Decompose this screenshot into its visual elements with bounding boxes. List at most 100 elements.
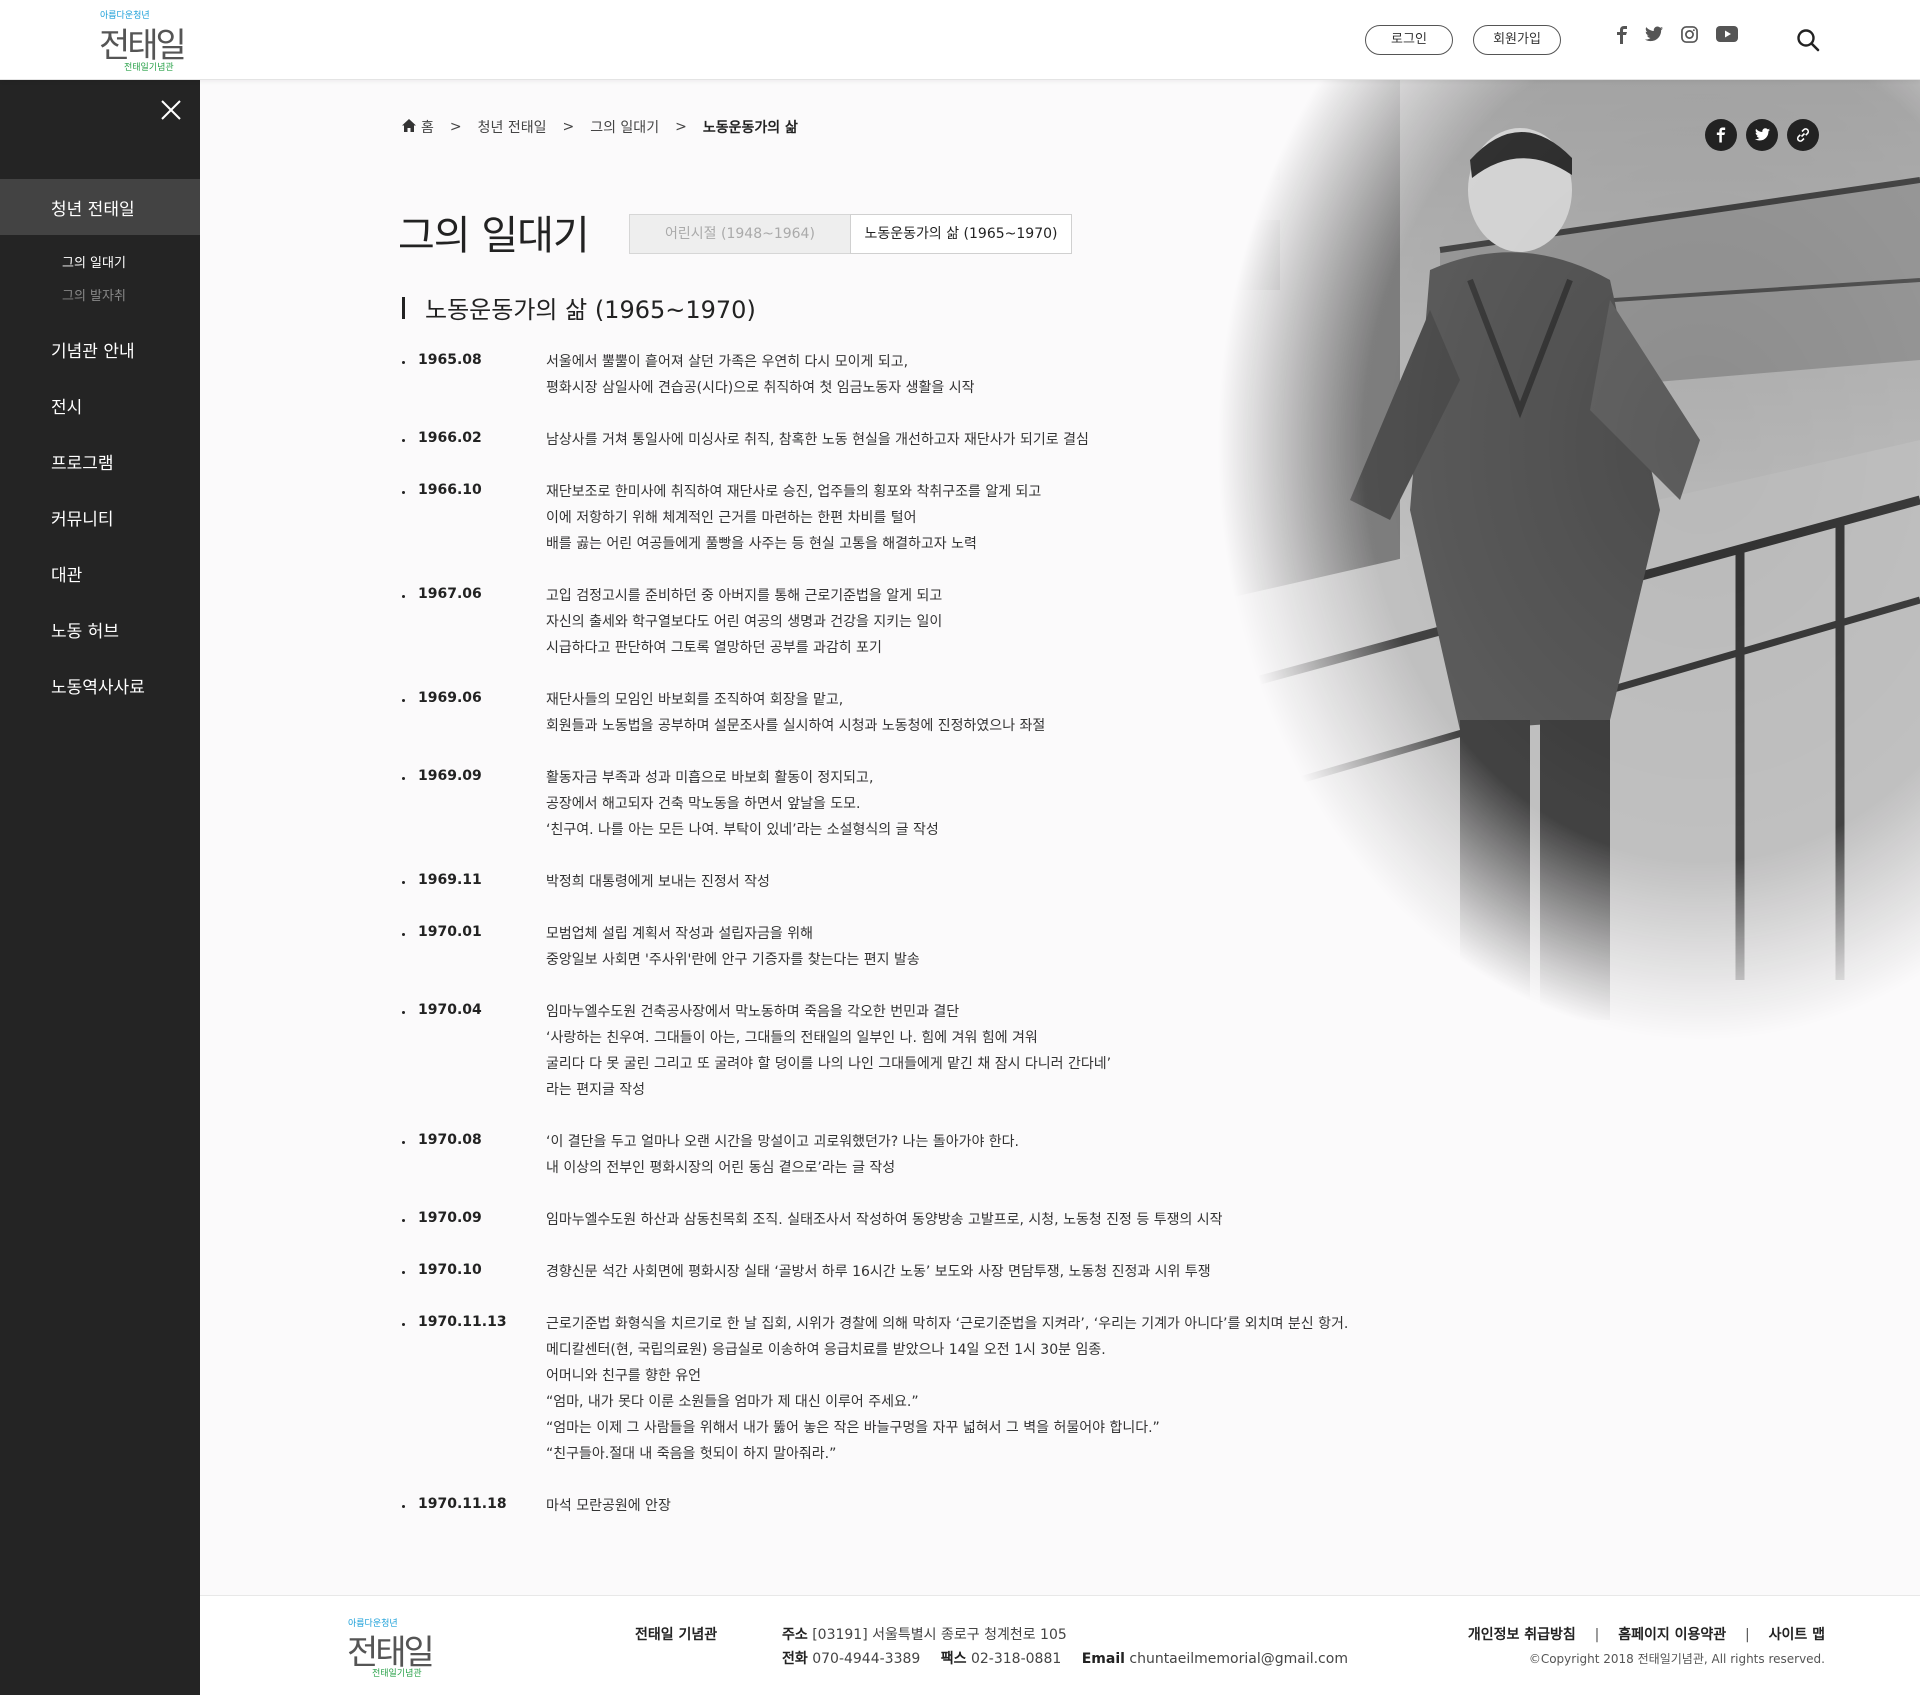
timeline-description: 고입 검정고시를 준비하던 중 아버지를 통해 근로기준법을 알게 되고자신의 …	[546, 586, 942, 664]
breadcrumb-separator: >	[562, 119, 575, 135]
sidebar-menu: 청년 전태일 그의 일대기 그의 발자취 기념관 안내 전시 프로그램 커뮤니티…	[0, 80, 200, 1695]
timeline-description-line: 라는 편지글 작성	[546, 1082, 646, 1098]
sidebar-item-rental[interactable]: 대관	[51, 561, 82, 586]
footer-link-privacy[interactable]: 개인정보 취급방침	[1468, 1627, 1576, 1643]
timeline-description-line: 근로기준법 화형식을 치르기로 한 날 집회, 시위가 경찰에 의해 막히자 ‘…	[546, 1316, 1349, 1332]
sidebar-item-chungnyeon-jeontaeil[interactable]: 청년 전태일	[51, 195, 135, 220]
timeline-description-line: 어머니와 친구를 향한 유언	[546, 1368, 702, 1384]
page-title: 그의 일대기	[398, 213, 590, 259]
timeline-bullet	[402, 1141, 405, 1144]
share-facebook-icon[interactable]	[1705, 119, 1737, 151]
timeline-bullet	[402, 933, 405, 936]
timeline-description: 남상사를 거쳐 통일사에 미싱사로 취직, 참혹한 노동 현실을 개선하고자 재…	[546, 430, 1089, 456]
sidebar-item-labor-hub[interactable]: 노동 허브	[51, 617, 119, 642]
search-icon[interactable]	[1796, 28, 1820, 52]
timeline-description-line: 공장에서 해고되자 건축 막노동을 하면서 앞날을 도모.	[546, 796, 861, 812]
share-link-icon[interactable]	[1787, 119, 1819, 151]
timeline-bullet	[402, 1505, 405, 1508]
timeline-date: 1970.04	[418, 1002, 482, 1018]
timeline-date: 1969.11	[418, 872, 482, 888]
timeline-date: 1967.06	[418, 586, 482, 602]
home-icon[interactable]	[402, 118, 416, 136]
sidebar-item-program[interactable]: 프로그램	[51, 449, 114, 474]
facebook-icon[interactable]	[1616, 26, 1628, 48]
footer-address-value: [03191] 서울특별시 종로구 청계천로 105	[812, 1627, 1067, 1643]
login-button[interactable]: 로그인	[1365, 25, 1453, 55]
timeline-date: 1969.06	[418, 690, 482, 706]
footer-tel-value: 070-4944-3389	[812, 1651, 921, 1667]
timeline-date: 1970.10	[418, 1262, 482, 1278]
timeline-description-line: 고입 검정고시를 준비하던 중 아버지를 통해 근로기준법을 알게 되고	[546, 588, 943, 604]
timeline-bullet	[402, 1323, 405, 1326]
timeline-description-line: 박정희 대통령에게 보내는 진정서 작성	[546, 874, 770, 890]
timeline-description-line: 회원들과 노동법을 공부하며 설문조사를 실시하여 시청과 노동청에 진정하였으…	[546, 718, 1046, 734]
footer-links: 개인정보 취급방침 | 홈페이지 이용약관 | 사이트 맵	[1468, 1624, 1825, 1644]
timeline-description-line: 재단보조로 한미사에 취직하여 재단사로 승진, 업주들의 횡포와 착취구조를 …	[546, 484, 1042, 500]
instagram-icon[interactable]	[1681, 26, 1698, 47]
footer-address-label: 주소	[782, 1627, 808, 1643]
breadcrumb-level2[interactable]: 그의 일대기	[590, 117, 659, 137]
section-heading-bar	[402, 296, 405, 319]
tab-childhood[interactable]: 어린시절 (1948~1964)	[629, 214, 851, 254]
section-heading: 노동운동가의 삶 (1965~1970)	[402, 290, 756, 325]
timeline-date: 1969.09	[418, 768, 482, 784]
timeline-bullet	[402, 361, 405, 364]
breadcrumb-separator: >	[449, 119, 462, 135]
twitter-icon[interactable]	[1645, 26, 1663, 46]
signup-button[interactable]: 회원가입	[1473, 25, 1561, 55]
timeline-description: 임마누엘수도원 건축공사장에서 막노동하며 죽음을 각오한 번민과 결단 ‘사랑하…	[546, 1002, 1111, 1106]
youtube-icon[interactable]	[1716, 26, 1738, 46]
timeline-bullet	[402, 491, 405, 494]
timeline-description: 근로기준법 화형식을 치르기로 한 날 집회, 시위가 경찰에 의해 막히자 ‘…	[546, 1314, 1348, 1470]
timeline-description-line: 임마누엘수도원 하산과 삼동친목회 조직. 실태조사서 작성하여 동양방송 고발…	[546, 1212, 1223, 1228]
breadcrumb: 홈 > 청년 전태일 > 그의 일대기 > 노동운동가의 삶	[402, 117, 808, 137]
timeline-description-line: ‘사랑하는 친우여. 그대들이 아는, 그대들의 전태일의 일부인 나. 힘에 …	[546, 1030, 1038, 1046]
timeline-bullet	[402, 881, 405, 884]
breadcrumb-level1[interactable]: 청년 전태일	[478, 117, 547, 137]
timeline-description: 박정희 대통령에게 보내는 진정서 작성	[546, 872, 770, 898]
footer-link-sitemap[interactable]: 사이트 맵	[1769, 1627, 1825, 1643]
site-footer: 아름다운청년 전태일 전태일기념관 전태일 기념관 주소 [03191] 서울특…	[200, 1595, 1920, 1695]
sidebar-sub-footsteps[interactable]: 그의 발자취	[62, 285, 126, 304]
footer-link-separator: |	[1745, 1627, 1750, 1643]
timeline-description: 마석 모란공원에 안장	[546, 1496, 671, 1522]
close-icon[interactable]	[158, 97, 184, 123]
footer-email-label: Email	[1081, 1651, 1125, 1667]
footer-address: 주소 [03191] 서울특별시 종로구 청계천로 105	[782, 1624, 1067, 1644]
timeline-description-line: 중앙일보 사회면 '주사위'란에 안구 기증자를 찾는다는 편지 발송	[546, 952, 920, 968]
timeline-description-line: 배를 곯는 어린 여공들에게 풀빵을 사주는 등 현실 고통을 해결하고자 노력	[546, 536, 977, 552]
logo-bottom-text: 전태일기념관	[124, 63, 174, 73]
timeline-description: ‘이 결단을 두고 얼마나 오랜 시간을 망설이고 괴로워했던가? 나는 돌아가…	[546, 1132, 1019, 1184]
timeline-bullet	[402, 777, 405, 780]
timeline-bullet	[402, 439, 405, 442]
footer-tel-label: 전화	[782, 1651, 808, 1667]
footer-email-value[interactable]: chuntaeilmemorial@gmail.com	[1129, 1651, 1348, 1667]
timeline-date: 1965.08	[418, 352, 482, 368]
footer-link-separator: |	[1594, 1627, 1600, 1643]
sidebar-item-guide[interactable]: 기념관 안내	[51, 337, 135, 362]
timeline-date: 1966.02	[418, 430, 482, 446]
sidebar-item-exhibition[interactable]: 전시	[51, 393, 82, 418]
breadcrumb-home[interactable]: 홈	[421, 117, 434, 137]
sidebar-sub-biography[interactable]: 그의 일대기	[62, 252, 126, 271]
footer-link-terms[interactable]: 홈페이지 이용약관	[1618, 1627, 1726, 1643]
timeline-description-line: 모범업체 설립 계획서 작성과 설립자금을 위해	[546, 926, 813, 942]
share-twitter-icon[interactable]	[1746, 119, 1778, 151]
footer-fax-label: 팩스	[940, 1651, 967, 1667]
site-logo[interactable]: 아름다운청년 전태일 전태일기념관	[99, 8, 187, 73]
tab-labor-activist[interactable]: 노동운동가의 삶 (1965~1970)	[850, 214, 1072, 254]
timeline-bullet	[402, 595, 405, 598]
sidebar-item-labor-history[interactable]: 노동역사사료	[51, 673, 145, 698]
timeline-description-line: 메디칼센터(현, 국립의료원) 응급실로 이송하여 응급치료를 받았으나 14일…	[546, 1342, 1106, 1358]
timeline-description-line: 임마누엘수도원 건축공사장에서 막노동하며 죽음을 각오한 번민과 결단	[546, 1004, 960, 1020]
timeline-description: 재단사들의 모임인 바보회를 조직하여 회장을 맡고, 회원들과 노동법을 공부하…	[546, 690, 1045, 742]
timeline-description-line: 자신의 출세와 학구열보다도 어린 여공의 생명과 건강을 지키는 일이	[546, 614, 943, 630]
breadcrumb-separator: >	[675, 119, 687, 135]
footer-logo: 아름다운청년 전태일 전태일기념관	[347, 1616, 435, 1679]
timeline-description-line: 평화시장 삼일사에 견습공(시다)으로 취직하여 첫 임금노동자 생활을 시작	[546, 380, 975, 396]
timeline-date: 1970.08	[418, 1132, 482, 1148]
timeline-description-line: 굴리다 다 못 굴린 그리고 또 굴려야 할 덩이를 나의 나인 그대들에게 맡…	[546, 1056, 1112, 1072]
timeline-description-line: “엄마는 이제 그 사람들을 위해서 내가 뚫어 놓은 작은 바늘구멍을 자꾸 …	[546, 1420, 1160, 1436]
sidebar-item-community[interactable]: 커뮤니티	[51, 505, 114, 530]
timeline-description-line: 남상사를 거쳐 통일사에 미싱사로 취직, 참혹한 노동 현실을 개선하고자 재…	[546, 432, 1089, 448]
